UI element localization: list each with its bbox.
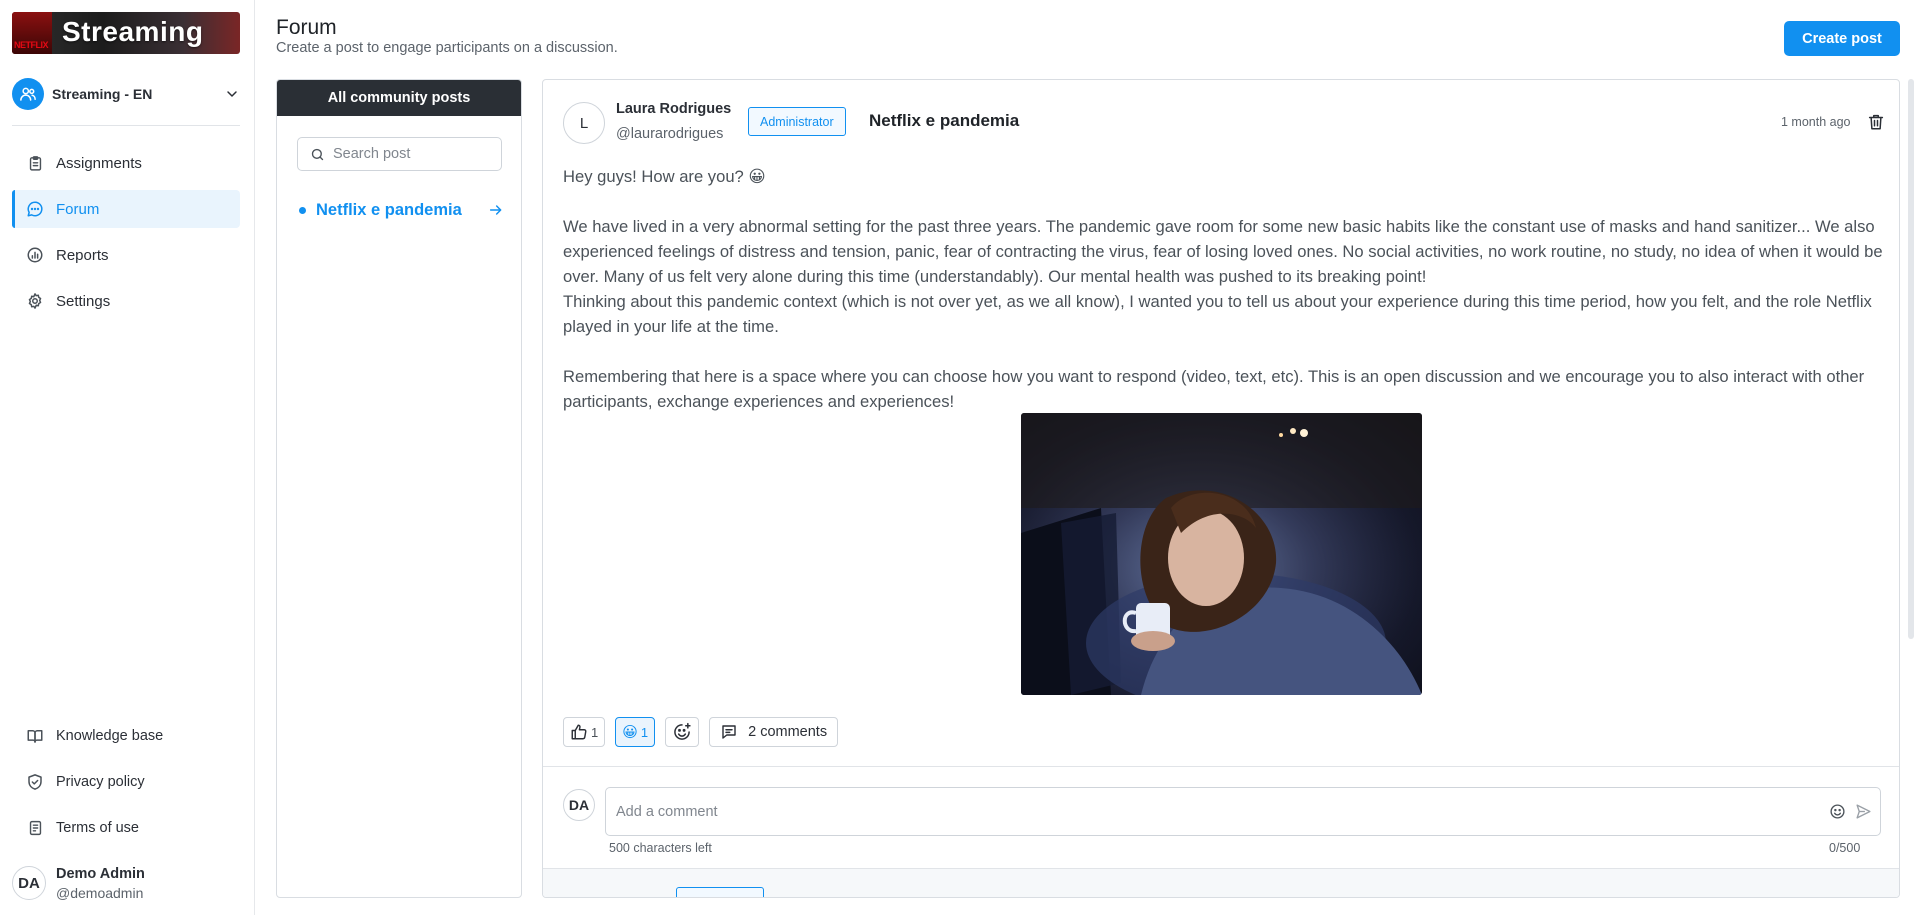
chart-icon (26, 246, 44, 264)
commenter-avatar: DA (563, 789, 595, 821)
brand-logo[interactable]: NETFLIX Streaming (12, 12, 240, 54)
post-paragraph: Hey guys! How are you? 😀 (563, 167, 766, 186)
sidebar-divider (12, 125, 240, 126)
sidebar-item-knowledge-base[interactable]: Knowledge base (12, 717, 240, 755)
author-handle: @laurarodrigues (616, 126, 724, 142)
add-reaction-button[interactable] (665, 717, 700, 747)
comment-input[interactable] (616, 803, 1828, 820)
user-handle: @demoadmin (56, 884, 144, 901)
sidebar-item-label: Privacy policy (56, 774, 145, 790)
arrow-right-icon (489, 205, 502, 215)
role-badge (676, 887, 764, 897)
post-paragraph: We have lived in a very abnormal setting… (563, 217, 1883, 286)
sidebar-item-privacy-policy[interactable]: Privacy policy (12, 763, 240, 801)
posts-panel: All community posts Netflix e pandemia (276, 79, 522, 898)
characters-left: 500 characters left (609, 841, 712, 855)
comments-count-label: 2 comments (748, 724, 828, 740)
author-name: Laura Rodrigues (616, 101, 732, 117)
posts-panel-heading: All community posts (277, 80, 521, 116)
sidebar-item-label: Settings (56, 292, 111, 310)
post-paragraph: Remembering that here is a space where y… (563, 367, 1865, 411)
author-avatar[interactable]: L (563, 102, 605, 144)
post-title: Netflix e pandemia (869, 111, 1020, 130)
gear-icon (26, 292, 44, 310)
comment-icon (722, 725, 736, 739)
sidebar-item-label: Assignments (56, 154, 142, 172)
trash-icon[interactable] (1867, 112, 1885, 132)
users-icon (12, 78, 44, 110)
post-paragraph: Thinking about this pandemic context (wh… (563, 292, 1872, 336)
scrollbar[interactable] (1908, 79, 1914, 639)
user-info: Demo Admin @demoadmin (56, 866, 145, 901)
divider (543, 766, 1899, 767)
sidebar-item-settings[interactable]: Settings (12, 282, 240, 320)
sidebar-item-assignments[interactable]: Assignments (12, 144, 240, 182)
sidebar-item-label: Knowledge base (56, 728, 164, 744)
workspace-switcher[interactable]: Streaming - EN (12, 78, 240, 110)
grinning-emoji-icon: 😀 (622, 724, 638, 741)
post-body: Hey guys! How are you? 😀 We have lived i… (563, 164, 1883, 414)
post-image[interactable] (1021, 413, 1422, 695)
search-field[interactable] (297, 137, 502, 171)
smile-reaction-button[interactable]: 😀 1 (615, 717, 656, 747)
chat-bubble-icon (26, 200, 44, 218)
like-button[interactable]: 1 (563, 717, 606, 747)
reaction-bar: 1 😀 1 2 comments (563, 717, 848, 747)
woman-watching-screen-image (1021, 413, 1422, 695)
search-input[interactable] (333, 146, 493, 162)
like-count: 1 (591, 724, 599, 740)
smile-count: 1 (640, 724, 649, 740)
sidebar-item-terms-of-use[interactable]: Terms of use (12, 809, 240, 847)
post-timestamp: 1 month ago (1781, 115, 1851, 129)
user-name: Demo Admin (56, 865, 145, 882)
sidebar-item-label: Terms of use (56, 820, 139, 836)
footer-nav: Knowledge base Privacy policy Terms of u… (12, 717, 240, 855)
avatar: DA (12, 866, 46, 900)
active-dot (299, 206, 306, 214)
shield-icon (26, 773, 44, 791)
page-subtitle: Create a post to engage participants on … (276, 40, 618, 56)
brand-logo-mark: NETFLIX (14, 40, 49, 50)
search-icon (311, 148, 324, 160)
post-list-item-title: Netflix e pandemia (316, 200, 462, 219)
document-icon (26, 819, 44, 837)
send-icon[interactable] (1854, 803, 1872, 821)
sidebar-item-label: Forum (56, 200, 100, 218)
post-detail: L Laura Rodrigues @laurarodrigues Admini… (542, 79, 1900, 898)
clipboard-icon (26, 154, 44, 172)
role-badge: Administrator (748, 107, 846, 136)
sidebar-item-forum[interactable]: Forum (12, 190, 240, 228)
next-comment-preview (543, 869, 1899, 897)
add-emoji-icon (674, 722, 691, 740)
create-post-button[interactable]: Create post (1784, 21, 1900, 56)
comment-field[interactable] (605, 787, 1881, 836)
sidebar-item-label: Reports (56, 246, 109, 264)
current-user[interactable]: DA Demo Admin @demoadmin (12, 862, 240, 904)
main-nav: Assignments Forum Reports Settings (12, 144, 240, 328)
workspace-name: Streaming - EN (52, 86, 153, 102)
brand-title: Streaming (62, 16, 204, 47)
comments-button[interactable]: 2 comments (709, 717, 839, 747)
sidebar: NETFLIX Streaming Streaming - EN Assignm… (0, 0, 255, 915)
post-list-item[interactable]: Netflix e pandemia (299, 198, 504, 222)
thumbs-up-icon (571, 724, 587, 740)
page-title: Forum (276, 16, 337, 39)
book-icon (26, 727, 44, 745)
character-count: 0/500 (1829, 841, 1861, 855)
emoji-picker-icon[interactable] (1828, 803, 1846, 821)
chevron-down-icon[interactable] (224, 86, 240, 102)
sidebar-item-reports[interactable]: Reports (12, 236, 240, 274)
